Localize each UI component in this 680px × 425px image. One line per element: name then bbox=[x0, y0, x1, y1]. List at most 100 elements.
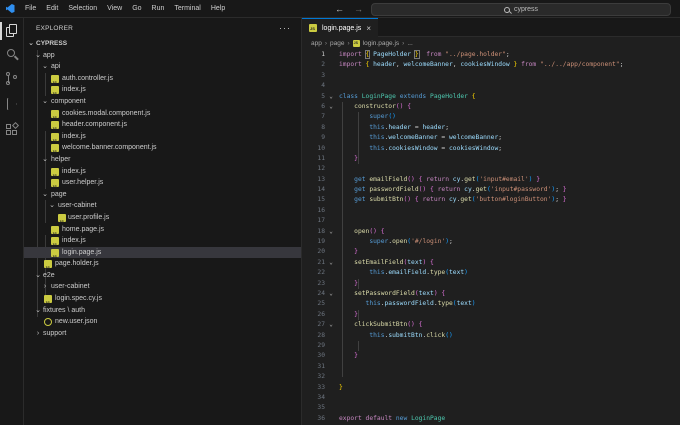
tree-folder-fixtures-auth[interactable]: ⌄ fixtures \ auth bbox=[24, 305, 301, 317]
command-center-search[interactable]: cypress bbox=[371, 3, 671, 16]
menu-selection[interactable]: Selection bbox=[63, 0, 102, 18]
code-line: 5 ⌄ class LoginPage extends PageHolder { bbox=[302, 92, 680, 102]
menu-edit[interactable]: Edit bbox=[41, 0, 63, 18]
title-bar: File Edit Selection View Go Run Terminal… bbox=[0, 0, 680, 18]
chevron-right-icon: › bbox=[347, 39, 350, 47]
tree-file-selected[interactable]: login.page.js bbox=[24, 246, 301, 262]
run-debug-icon[interactable] bbox=[5, 98, 19, 112]
tree-folder-user-cabinet[interactable]: › user-cabinet bbox=[24, 281, 301, 293]
code-line: 17 bbox=[317, 217, 325, 225]
code-line: 23 } bbox=[317, 279, 358, 287]
code-line: 29 bbox=[317, 341, 325, 349]
menu-help[interactable]: Help bbox=[206, 0, 230, 18]
chevron-down-icon[interactable]: ⌄ bbox=[328, 258, 334, 268]
tree-folder-e2e[interactable]: ⌄ e2e bbox=[24, 270, 301, 282]
tree-file[interactable]: index.js bbox=[24, 131, 301, 146]
chevron-down-icon: ⌄ bbox=[42, 155, 48, 163]
code-line: 12 bbox=[317, 165, 325, 173]
menu-bar: File Edit Selection View Go Run Terminal… bbox=[20, 0, 230, 18]
search-icon[interactable] bbox=[5, 48, 19, 62]
tree-folder-user-cabinet[interactable]: ⌄ user-cabinet bbox=[24, 200, 301, 212]
menu-run[interactable]: Run bbox=[147, 0, 170, 18]
js-file-icon bbox=[51, 144, 59, 158]
code-line: 13 get emailField() { return cy.get('inp… bbox=[317, 175, 541, 183]
tree-file[interactable]: login.spec.cy.js bbox=[24, 293, 301, 309]
code-line: 32 bbox=[317, 373, 325, 381]
menu-terminal[interactable]: Terminal bbox=[169, 0, 205, 18]
tree-file[interactable]: user.helper.js bbox=[24, 177, 301, 193]
chevron-down-icon[interactable]: ⌄ bbox=[328, 289, 334, 299]
tree-file[interactable]: welcome.banner.component.js bbox=[24, 142, 301, 158]
tree-file[interactable]: user.profile.js bbox=[24, 212, 301, 228]
breadcrumb-item[interactable]: app bbox=[311, 40, 322, 47]
js-file-icon bbox=[51, 74, 59, 88]
tree-folder-component[interactable]: ⌄ component bbox=[24, 96, 301, 108]
chevron-down-icon[interactable]: ⌄ bbox=[328, 92, 334, 102]
tree-file[interactable]: index.js bbox=[24, 166, 301, 181]
tree-file[interactable]: home.page.js bbox=[24, 224, 301, 239]
more-actions-icon[interactable]: ··· bbox=[279, 23, 291, 33]
tree-file[interactable]: header.component.js bbox=[24, 119, 301, 135]
code-line: 36 export default new LoginPage bbox=[317, 414, 446, 422]
tree-file[interactable]: auth.controller.js bbox=[24, 73, 301, 88]
vscode-logo-icon bbox=[0, 0, 20, 18]
source-control-icon[interactable] bbox=[5, 72, 19, 86]
menu-file[interactable]: File bbox=[20, 0, 41, 18]
code-line: 4 bbox=[321, 82, 325, 90]
explorer-sidebar: EXPLORER ··· ⌄ CYPRESS ⌄ app ⌄ api auth.… bbox=[24, 18, 302, 425]
code-line: 11 } bbox=[317, 154, 358, 162]
back-arrow-icon[interactable]: ← bbox=[335, 4, 344, 14]
code-line: 3 bbox=[321, 71, 325, 79]
js-file-icon bbox=[51, 132, 59, 146]
breadcrumb-item[interactable]: page bbox=[330, 40, 344, 47]
explorer-files-icon[interactable] bbox=[5, 24, 19, 38]
tree-file[interactable]: index.js bbox=[24, 235, 301, 251]
code-line: 14 get passwordField() { return cy.get('… bbox=[317, 186, 567, 194]
js-file-icon bbox=[51, 225, 59, 239]
chevron-down-icon[interactable]: ⌄ bbox=[328, 227, 334, 237]
tree-folder-app[interactable]: ⌄ app bbox=[24, 50, 301, 62]
js-file-icon bbox=[44, 260, 52, 274]
search-icon bbox=[503, 6, 510, 13]
js-file-icon bbox=[309, 24, 317, 32]
js-file-icon bbox=[51, 121, 59, 135]
js-file-icon bbox=[51, 86, 59, 100]
code-line: 1 import { PageHolder } from "../page.hol… bbox=[321, 50, 510, 59]
tree-file[interactable]: index.js bbox=[24, 84, 301, 100]
search-text: cypress bbox=[513, 6, 539, 13]
chevron-right-icon: › bbox=[43, 283, 47, 291]
tab-login-page-js[interactable]: login.page.js × bbox=[302, 18, 378, 37]
forward-arrow-icon[interactable]: → bbox=[354, 4, 363, 14]
breadcrumb-item[interactable]: login.page.js bbox=[363, 40, 400, 47]
extensions-icon[interactable] bbox=[5, 121, 20, 136]
code-line: 21 ⌄ setEmailField(text) { bbox=[302, 258, 680, 268]
close-icon[interactable]: × bbox=[366, 24, 371, 33]
code-line: 34 bbox=[317, 393, 325, 401]
code-line: 25 this.passwordField.type(text) bbox=[317, 300, 476, 308]
tree-folder-api[interactable]: ⌄ api bbox=[24, 61, 301, 73]
chevron-down-icon[interactable]: ⌄ bbox=[328, 102, 334, 112]
tree-file[interactable]: cookies.modal.component.js bbox=[24, 108, 301, 123]
code-line: 8 this.header = header; bbox=[321, 123, 449, 131]
code-view[interactable]: 1 import { PageHolder } from "../page.hol… bbox=[302, 50, 680, 424]
tree-folder-helper[interactable]: ⌄ helper bbox=[24, 154, 301, 166]
tree-file[interactable]: new.user.json bbox=[24, 316, 301, 328]
tree-folder-support[interactable]: › support bbox=[24, 328, 301, 340]
code-line: 24 ⌄ setPasswordField(text) { bbox=[302, 289, 680, 299]
chevron-down-icon: ⌄ bbox=[28, 40, 34, 47]
code-line: 33} bbox=[317, 383, 343, 391]
chevron-down-icon: ⌄ bbox=[35, 51, 41, 59]
tree-folder-page[interactable]: ⌄ page bbox=[24, 189, 301, 201]
code-line: 35 bbox=[317, 404, 325, 412]
tree-root[interactable]: ⌄ CYPRESS bbox=[24, 38, 301, 50]
menu-view[interactable]: View bbox=[102, 0, 127, 18]
code-line: 30 } bbox=[317, 352, 358, 360]
chevron-down-icon[interactable]: ⌄ bbox=[328, 320, 334, 330]
chevron-down-icon: ⌄ bbox=[42, 190, 48, 198]
code-line: 18 ⌄ open() { bbox=[302, 227, 680, 237]
js-file-icon bbox=[51, 167, 59, 181]
tree-file[interactable]: page.holder.js bbox=[24, 258, 301, 274]
breadcrumb-item[interactable]: ... bbox=[407, 40, 412, 47]
menu-go[interactable]: Go bbox=[127, 0, 146, 18]
code-line: 22 this.emailField.type(text) bbox=[317, 269, 468, 277]
